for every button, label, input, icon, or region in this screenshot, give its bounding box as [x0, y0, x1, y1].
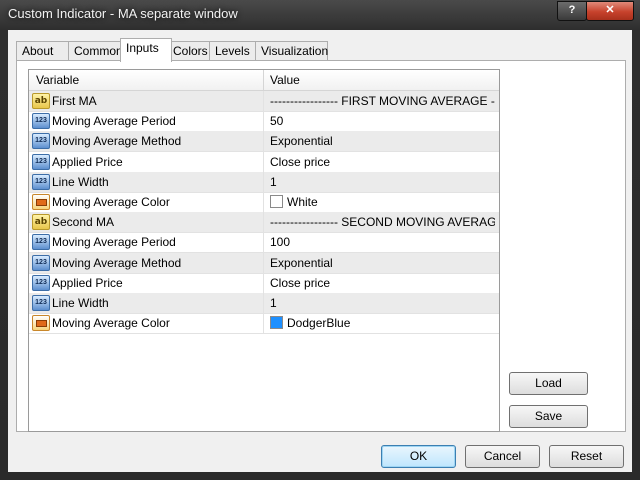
cell-divider [263, 232, 264, 253]
column-divider[interactable] [263, 70, 264, 90]
number-type-icon: 123 [32, 274, 50, 291]
variable-value[interactable]: ----------------- FIRST MOVING AVERAGE -… [270, 94, 495, 108]
column-header-variable[interactable]: Variable [36, 73, 79, 87]
cancel-button[interactable]: Cancel [465, 445, 540, 468]
title-bar[interactable]: Custom Indicator - MA separate window ? … [0, 0, 640, 28]
cell-divider [263, 272, 264, 293]
variable-value[interactable]: Exponential [270, 256, 495, 270]
grid-row[interactable]: 123 Line Width 1 [29, 171, 499, 193]
variable-name: Moving Average Method [52, 255, 182, 270]
variable-name: Line Width [52, 296, 109, 310]
variable-name: Moving Average Method [52, 134, 182, 149]
load-button[interactable]: Load [509, 372, 588, 395]
grid-row[interactable]: 123 Moving Average Period 50 [29, 111, 499, 133]
value-text: Close price [270, 154, 331, 169]
save-button[interactable]: Save [509, 405, 588, 428]
value-text: Exponential [270, 255, 333, 270]
cell-divider [263, 192, 264, 212]
variable-value[interactable]: White [270, 195, 495, 209]
number-type-icon: 123 [32, 113, 50, 130]
help-button[interactable]: ? [557, 1, 587, 21]
grid-row[interactable]: 123 Moving Average Method Exponential [29, 252, 499, 274]
variable-value[interactable]: Exponential [270, 134, 495, 148]
color-type-icon [32, 194, 50, 210]
color-type-icon [32, 315, 50, 332]
cell-divider [263, 212, 264, 233]
close-button[interactable]: ✕ [586, 1, 634, 21]
value-text: Close price [270, 275, 331, 290]
variable-value[interactable]: 1 [270, 296, 495, 310]
inputs-panel: Variable Value ab First MA ---------------… [16, 60, 626, 432]
number-type-icon: 123 [32, 133, 50, 150]
grid-row[interactable]: 123 Moving Average Period 100 [29, 232, 499, 254]
number-type-icon: 123 [32, 295, 50, 311]
value-text: 100 [270, 235, 291, 250]
variable-value[interactable]: DodgerBlue [270, 316, 495, 330]
value-text: Exponential [270, 134, 333, 149]
variable-value[interactable]: 1 [270, 175, 495, 189]
variable-name: Moving Average Color [52, 316, 170, 331]
string-type-icon: ab [32, 93, 50, 109]
grid-row[interactable]: 123 Applied Price Close price [29, 151, 499, 173]
value-text: ----------------- SECOND MOVING AVERAGE … [270, 215, 495, 230]
value-text: 1 [270, 174, 277, 189]
ok-button[interactable]: OK [381, 445, 456, 468]
value-text: 1 [270, 296, 277, 310]
tab-levels[interactable]: Levels [209, 41, 259, 61]
cell-divider [263, 171, 264, 192]
reset-button[interactable]: Reset [549, 445, 624, 468]
color-swatch[interactable] [270, 316, 283, 330]
grid-row[interactable]: ab First MA ----------------- FIRST MOVING… [29, 91, 499, 112]
grid-row[interactable]: Moving Average Color DodgerBlue [29, 313, 499, 335]
cell-divider [263, 252, 264, 273]
variable-name: Moving Average Color [52, 195, 170, 209]
cell-divider [263, 151, 264, 172]
cell-divider [263, 293, 264, 313]
tab-about[interactable]: About [16, 41, 71, 61]
grid-row[interactable]: 123 Applied Price Close price [29, 272, 499, 294]
tab-common[interactable]: Common [68, 41, 126, 61]
grid-row[interactable]: 123 Moving Average Method Exponential [29, 131, 499, 153]
window-title: Custom Indicator - MA separate window [8, 6, 238, 21]
color-swatch[interactable] [270, 195, 283, 208]
cell-divider [263, 313, 264, 334]
cell-divider [263, 111, 264, 132]
tab-visualization[interactable]: Visualization [255, 41, 328, 61]
variable-name: First MA [52, 94, 97, 108]
variable-name: Moving Average Period [52, 114, 176, 129]
number-type-icon: 123 [32, 234, 50, 251]
help-icon: ? [568, 4, 576, 16]
inputs-grid: Variable Value ab First MA ---------------… [28, 69, 500, 432]
column-header-value[interactable]: Value [270, 73, 300, 87]
variable-name: Second MA [52, 215, 115, 230]
cell-divider [263, 131, 264, 152]
cell-divider [263, 91, 264, 111]
grid-row[interactable]: 123 Line Width 1 [29, 293, 499, 314]
close-icon: ✕ [605, 4, 615, 16]
value-text: 50 [270, 114, 284, 129]
variable-name: Applied Price [52, 275, 123, 290]
number-type-icon: 123 [32, 153, 50, 170]
value-text: DodgerBlue [287, 316, 351, 331]
variable-name: Applied Price [52, 154, 123, 169]
variable-value[interactable]: ----------------- SECOND MOVING AVERAGE … [270, 215, 495, 229]
tab-inputs[interactable]: Inputs [120, 38, 172, 62]
variable-value[interactable]: Close price [270, 155, 495, 169]
tab-colors[interactable]: Colors [167, 41, 213, 61]
string-type-icon: ab [32, 214, 50, 231]
dialog-window: Custom Indicator - MA separate window ? … [0, 0, 640, 480]
value-text: ----------------- FIRST MOVING AVERAGE -… [270, 94, 495, 108]
grid-row[interactable]: ab Second MA ----------------- SECOND MOVI… [29, 212, 499, 234]
variable-name: Line Width [52, 174, 109, 189]
dialog-client-area: About Common Inputs Colors Levels Visual… [8, 30, 632, 472]
grid-row[interactable]: Moving Average Color White [29, 192, 499, 213]
number-type-icon: 123 [32, 254, 50, 271]
number-type-icon: 123 [32, 173, 50, 190]
variable-name: Moving Average Period [52, 235, 176, 250]
variable-value[interactable]: 100 [270, 235, 495, 249]
value-text: White [287, 195, 318, 209]
grid-header: Variable Value [29, 70, 499, 91]
variable-value[interactable]: Close price [270, 276, 495, 290]
variable-value[interactable]: 50 [270, 114, 495, 128]
